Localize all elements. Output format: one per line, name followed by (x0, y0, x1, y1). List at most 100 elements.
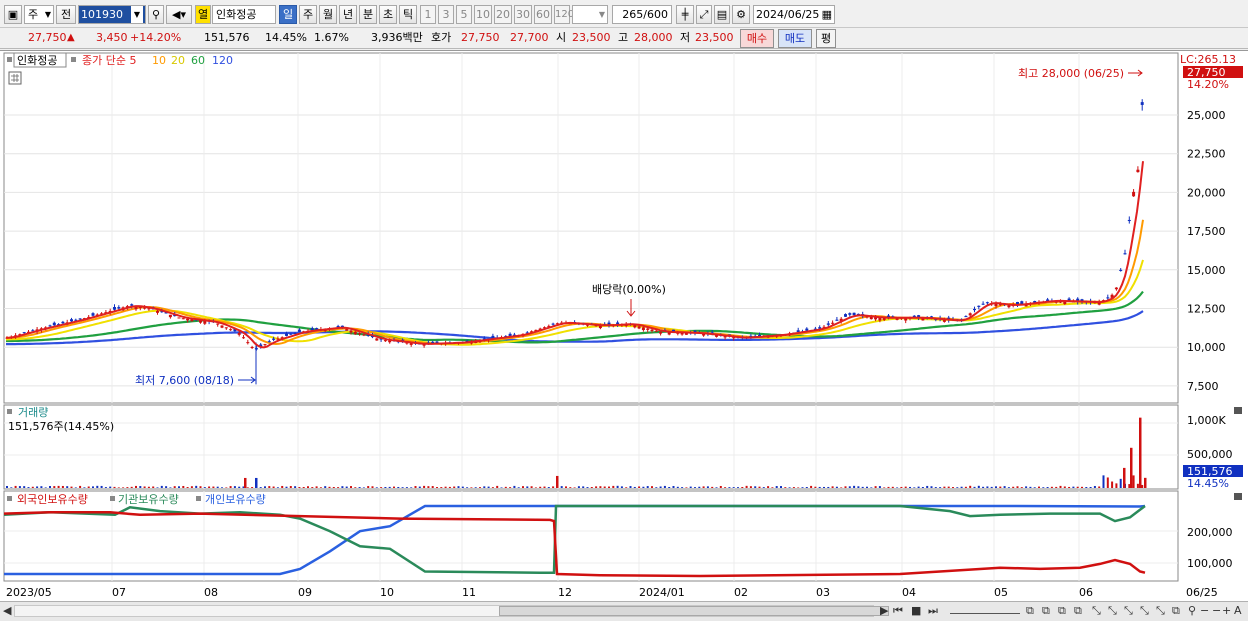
interval-20[interactable]: 20 (494, 5, 512, 24)
fast-forward-icon[interactable]: ⏭ (928, 604, 938, 618)
volume-bar (608, 486, 610, 488)
candle-body (70, 319, 73, 322)
bar-count-field[interactable]: 265/600 (612, 5, 672, 24)
tool-icon[interactable]: ⤡ (1140, 604, 1149, 618)
layout-icon[interactable]: ⧉ (1042, 604, 1050, 618)
compare-button[interactable]: 전 (56, 5, 76, 24)
timeframe-week[interactable]: 주 (299, 5, 317, 24)
y-tick: 25,000 (1187, 109, 1226, 122)
volume-bar (23, 486, 26, 488)
chevron-down-icon[interactable]: ▼ (131, 6, 143, 23)
zoom-search-icon[interactable]: ⚲ (1188, 604, 1196, 618)
zoom-in-icon[interactable]: + (1222, 604, 1231, 618)
volume-bar (289, 486, 292, 488)
tool-icon[interactable]: ⤡ (1156, 604, 1165, 618)
volume-panel-frame (3, 404, 1179, 490)
volume-bar (560, 486, 563, 488)
timeframe-tick[interactable]: 틱 (399, 5, 417, 24)
heat-badge[interactable]: 열 (195, 5, 211, 24)
gear-icon[interactable]: ⚙ (732, 5, 750, 24)
volume-bar (199, 486, 202, 488)
volume-bar (362, 487, 365, 488)
volume-bar (160, 485, 163, 488)
font-size-icon[interactable]: A (1234, 604, 1242, 618)
interval-120[interactable]: 120 (554, 5, 574, 24)
candle-body (1127, 219, 1131, 222)
tool-icon[interactable]: ⧉ (1172, 604, 1180, 618)
interval-1[interactable]: 1 (420, 5, 436, 24)
volume-bar (427, 486, 430, 488)
volume-bar (1072, 486, 1075, 488)
date-field[interactable]: 2024/06/25 ▦ (753, 5, 835, 24)
volume-bar (930, 486, 933, 488)
tool-icon[interactable]: ⤡ (1108, 604, 1117, 618)
interval-10[interactable]: 10 (474, 5, 492, 24)
zoom-out-icon[interactable]: − (1200, 604, 1209, 618)
volume-bar (878, 486, 881, 488)
rewind-icon[interactable]: ⏮ (893, 604, 903, 618)
timeframe-year[interactable]: 년 (339, 5, 357, 24)
volume-bar (1136, 483, 1139, 488)
zoom-slider[interactable] (950, 604, 1020, 614)
stock-name-field[interactable]: 인화정공 (212, 5, 276, 24)
chart-area[interactable]: 인화정공 종가 단순 5 10 20 60 120 최고 28,000 (06/… (0, 50, 1248, 601)
panel-close-icon[interactable] (1234, 493, 1242, 500)
grid-toggle-icon[interactable] (8, 71, 22, 85)
layout-icon[interactable]: ⧉ (1058, 604, 1066, 618)
volume-bar (461, 486, 464, 488)
save-icon[interactable]: ▤ (714, 5, 730, 24)
tool-icon[interactable]: ⤡ (1124, 604, 1133, 618)
candle-body (285, 333, 288, 336)
timeframe-minute[interactable]: 분 (359, 5, 377, 24)
timeframe-month[interactable]: 월 (319, 5, 337, 24)
layout-icon[interactable]: ⧉ (1026, 604, 1034, 618)
timeframe-second[interactable]: 초 (379, 5, 397, 24)
scrollbar-thumb[interactable] (499, 606, 889, 616)
scroll-left-icon[interactable]: ◀ (3, 604, 11, 618)
tool-icon[interactable]: ⤡ (1092, 604, 1101, 618)
volume-bar (956, 487, 959, 488)
volume-bar (31, 486, 34, 488)
candle-body (289, 333, 293, 335)
volume-bar (758, 486, 761, 488)
interval-3[interactable]: 3 (438, 5, 454, 24)
volume-last-pct: 14.45% (1187, 477, 1229, 490)
sell-button[interactable]: 매도 (778, 29, 812, 48)
volume-bar (1068, 486, 1071, 488)
x-tick: 05 (994, 586, 1008, 599)
legend-institution: 기관보유수량 (118, 493, 179, 506)
volume-bar (642, 486, 645, 488)
panel-close-icon[interactable] (1234, 407, 1242, 414)
volume-bar (1020, 487, 1023, 488)
trend-line-icon[interactable]: ⤢ (696, 5, 712, 24)
candle-icon[interactable]: ╪ (676, 5, 694, 24)
period-type-select[interactable]: 주 ▼ (24, 5, 54, 24)
timeframe-day[interactable]: 일 (279, 5, 297, 24)
interval-custom-select[interactable]: ▼ (572, 5, 608, 24)
interval-60[interactable]: 60 (534, 5, 552, 24)
horizontal-scrollbar[interactable] (14, 605, 889, 617)
chart-svg[interactable]: 인화정공 종가 단순 5 10 20 60 120 최고 28,000 (06/… (0, 51, 1248, 602)
evaluate-button[interactable]: 평 (816, 29, 836, 48)
volume-bar (135, 485, 137, 488)
buy-button[interactable]: 매수 (740, 29, 774, 48)
stop-icon[interactable]: ■ (911, 604, 921, 618)
volume-bar (216, 486, 219, 488)
volume-bar (345, 486, 348, 488)
minus-icon[interactable]: − (1212, 604, 1221, 618)
speaker-icon[interactable]: ◀▾ (166, 5, 192, 24)
search-icon[interactable]: ⚲ (148, 5, 164, 24)
volume-bar (668, 486, 671, 488)
layout-icon[interactable]: ⧉ (1074, 604, 1082, 618)
stock-code-input[interactable]: 101930 ▼ (78, 5, 146, 24)
interval-5[interactable]: 5 (456, 5, 472, 24)
volume-bar (797, 487, 800, 488)
window-menu-icon[interactable]: ▣ (4, 5, 22, 24)
scroll-right-icon[interactable]: ▶ (880, 604, 888, 618)
calendar-icon[interactable]: ▦ (822, 6, 832, 23)
stock-code-value: 101930 (81, 8, 123, 21)
candle-body (267, 341, 271, 343)
volume-bar (410, 487, 413, 488)
toolbar: ▣ 주 ▼ 전 101930 ▼ ⚲ ◀▾ 열 인화정공 일 주 월 년 분 초 틱… (0, 0, 1248, 28)
interval-30[interactable]: 30 (514, 5, 532, 24)
